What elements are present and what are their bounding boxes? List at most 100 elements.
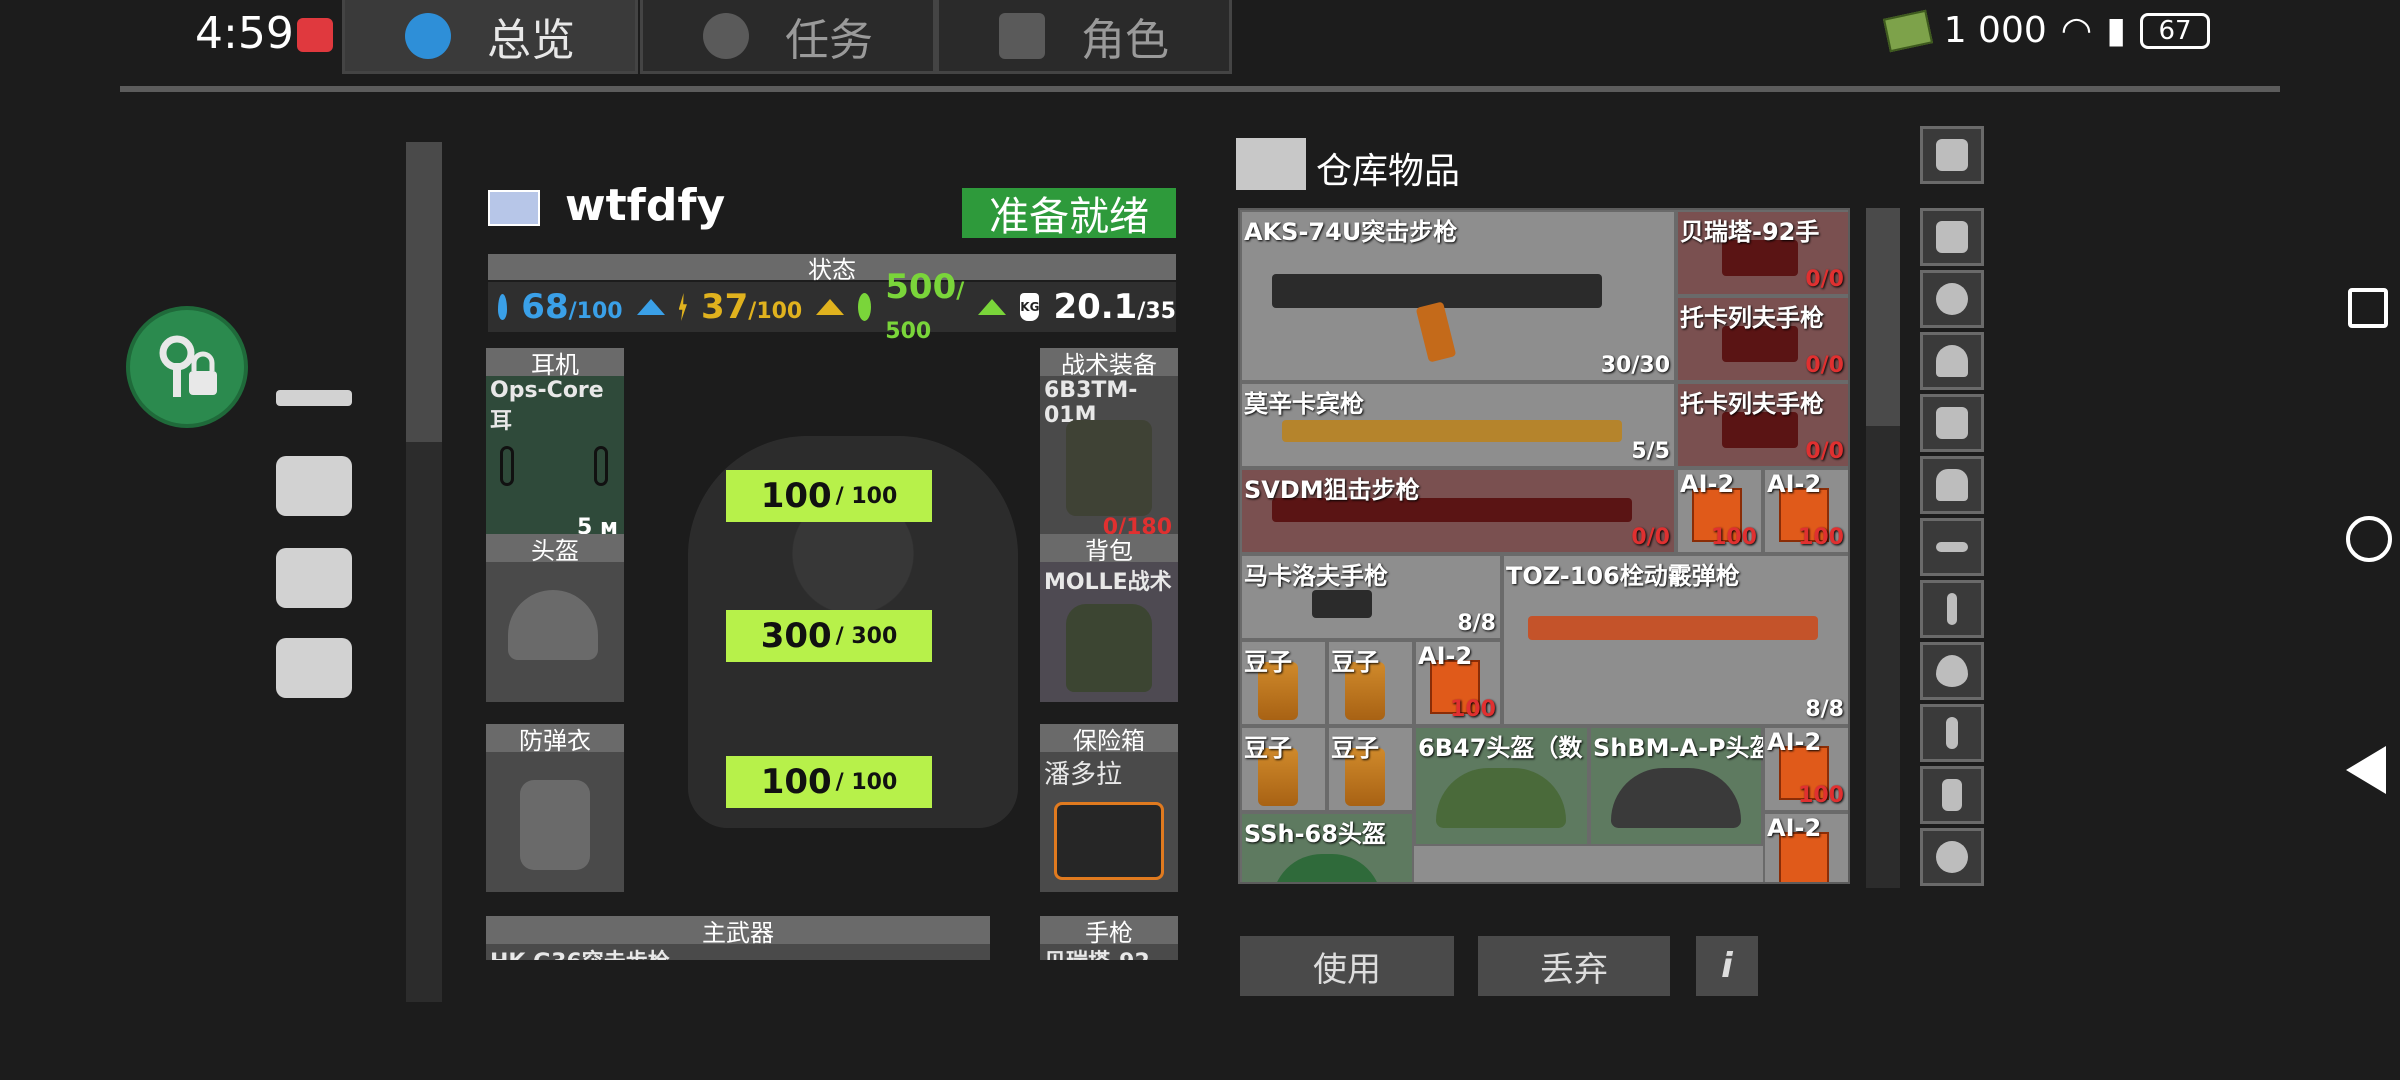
- player-name: wtfdfy: [565, 180, 726, 231]
- inventory-item[interactable]: 豆子: [1327, 726, 1414, 812]
- inventory-item[interactable]: 托卡列夫手枪 0/0: [1676, 296, 1848, 382]
- ready-button[interactable]: 准备就绪: [962, 188, 1176, 240]
- backpack-icon[interactable]: [276, 548, 352, 608]
- slot-backpack[interactable]: 背包 MOLLE战术: [1040, 534, 1178, 702]
- notification-icon: [297, 18, 333, 52]
- profile-icon: [405, 12, 451, 59]
- hp-bar-head: 100/ 100: [726, 470, 932, 522]
- filter-medical-button[interactable]: [1920, 580, 1984, 638]
- wifi-icon: ◠: [2060, 10, 2093, 51]
- back-button[interactable]: [2346, 746, 2386, 794]
- slot-helmet[interactable]: 头盔: [486, 534, 624, 702]
- energy-icon: [678, 293, 687, 321]
- filter-misc-button[interactable]: [1920, 828, 1984, 886]
- inventory-item[interactable]: 豆子: [1327, 640, 1414, 726]
- inventory-item[interactable]: AKS-74U突击步枪 30/30: [1240, 210, 1676, 382]
- status-stats: 68/100 37/100 500/ 500 KG 20.1/35: [488, 267, 1176, 344]
- left-scrollbar[interactable]: [406, 142, 442, 1002]
- grid-icon: [1936, 221, 1968, 253]
- slot-earphones[interactable]: 耳机 Ops-Core耳 5 м: [486, 348, 624, 542]
- slot-armor[interactable]: 防弹衣: [486, 724, 624, 892]
- inventory-item[interactable]: AI-2: [1763, 812, 1848, 882]
- vest-icon: [1936, 407, 1968, 439]
- slot-title: 防弹衣: [486, 724, 624, 755]
- filter-tools-button[interactable]: [1920, 704, 1984, 762]
- inventory-item[interactable]: TOZ-106栓动霰弹枪 8/8: [1502, 554, 1848, 726]
- drop-bolt-icon: [1936, 655, 1968, 687]
- filter-vest-button[interactable]: [1920, 394, 1984, 452]
- water-icon: [498, 294, 508, 320]
- status-indicators: 1 000 ◠ ▮ 67: [1882, 9, 2210, 52]
- slot-title: 主武器: [486, 916, 990, 947]
- inventory-scrollbar[interactable]: [1866, 208, 1900, 888]
- hp-bar-legs: 100/ 100: [726, 756, 932, 808]
- tab-missions[interactable]: 任务: [640, 0, 936, 74]
- tab-character[interactable]: 角色: [936, 0, 1232, 74]
- inventory-item[interactable]: 马卡洛夫手枪 8/8: [1240, 554, 1502, 640]
- use-button[interactable]: 使用: [1240, 936, 1454, 996]
- wrench-icon: [1946, 717, 1958, 749]
- backpack-icon: [1936, 469, 1968, 501]
- weight-icon: KG: [1020, 293, 1040, 321]
- arrow-up-icon: [816, 299, 845, 315]
- warehouse-icon: [1236, 138, 1306, 190]
- case-icon[interactable]: [276, 638, 352, 698]
- filter-food-button[interactable]: [1920, 642, 1984, 700]
- info-button[interactable]: i: [1696, 936, 1758, 996]
- filter-helmet-button[interactable]: [1920, 332, 1984, 390]
- slot-item-name: 贝瑞塔-92: [1040, 942, 1154, 960]
- vest-icon: [1066, 420, 1152, 516]
- arrow-up-icon: [636, 299, 665, 315]
- filter-backpack-button[interactable]: [1920, 456, 1984, 514]
- filter-ammo-button[interactable]: [1920, 766, 1984, 824]
- ammo-icon: [1942, 779, 1962, 811]
- slot-title: 背包: [1040, 534, 1178, 565]
- slot-pistol[interactable]: 手枪 贝瑞塔-92: [1040, 916, 1178, 960]
- filter-all-button[interactable]: [1920, 208, 1984, 266]
- helmet-icon: [1272, 854, 1382, 882]
- inventory-grid[interactable]: AKS-74U突击步枪 30/30 贝瑞塔-92手 0/0 托卡列夫手枪 0/0…: [1238, 208, 1850, 884]
- slot-tactical[interactable]: 战术装备 6B3TM-01M 0/180: [1040, 348, 1178, 542]
- status-title: 状态: [488, 254, 1176, 284]
- rank-icon: [488, 190, 540, 226]
- inventory-item[interactable]: AI-2 100: [1414, 640, 1502, 726]
- rifle-icon[interactable]: [276, 390, 352, 406]
- inventory-item[interactable]: 莫辛卡宾枪 5/5: [1240, 382, 1676, 468]
- headset-icon: [500, 446, 514, 486]
- key-lock-icon: [159, 335, 217, 397]
- inventory-item[interactable]: ShBM-A-P头盔: [1589, 726, 1774, 846]
- arrow-up-icon: [978, 299, 1007, 315]
- discard-button[interactable]: 丢弃: [1478, 936, 1670, 996]
- inventory-item[interactable]: AI-2 100: [1763, 726, 1848, 812]
- filter-weapon-button[interactable]: [1920, 518, 1984, 576]
- weight-stat: 20.1/35: [1053, 287, 1176, 327]
- inventory-item[interactable]: 豆子: [1240, 726, 1327, 812]
- inventory-item[interactable]: AI-2 100: [1676, 468, 1763, 554]
- recent-apps-button[interactable]: [2348, 288, 2388, 328]
- inventory-item[interactable]: SVDM狙击步枪 0/0: [1240, 468, 1676, 554]
- inventory-item[interactable]: 贝瑞塔-92手 0/0: [1676, 210, 1848, 296]
- inventory-item[interactable]: 豆子: [1240, 640, 1327, 726]
- inventory-title: 仓库物品: [1316, 151, 1461, 192]
- health-stat: 500/ 500: [885, 267, 965, 344]
- shirt-icon: [999, 12, 1045, 59]
- slot-safe[interactable]: 保险箱 潘多拉: [1040, 724, 1178, 892]
- slot-title: 头盔: [486, 534, 624, 565]
- tab-overview[interactable]: 总览: [342, 0, 638, 74]
- vest-icon[interactable]: [276, 456, 352, 516]
- key-lock-button[interactable]: [126, 306, 248, 428]
- home-button[interactable]: [2346, 516, 2392, 562]
- armor-icon: [520, 780, 590, 870]
- inventory-item[interactable]: AI-2 100: [1763, 468, 1848, 554]
- mission-icon: [703, 12, 749, 59]
- inventory-item[interactable]: 托卡列夫手枪 0/0: [1676, 382, 1848, 468]
- rifle-icon: [1936, 542, 1968, 552]
- filter-headset-button[interactable]: [1920, 270, 1984, 328]
- plus-icon: [1947, 593, 1957, 625]
- sort-button[interactable]: [1920, 126, 1984, 184]
- slot-title: 手枪: [1040, 916, 1178, 947]
- helmet-icon: [1611, 768, 1741, 828]
- inventory-item[interactable]: 6B47头盔（数: [1414, 726, 1589, 846]
- inventory-item[interactable]: SSh-68头盔: [1240, 812, 1414, 882]
- slot-primary-weapon[interactable]: 主武器 HK G36突击步枪: [486, 916, 990, 960]
